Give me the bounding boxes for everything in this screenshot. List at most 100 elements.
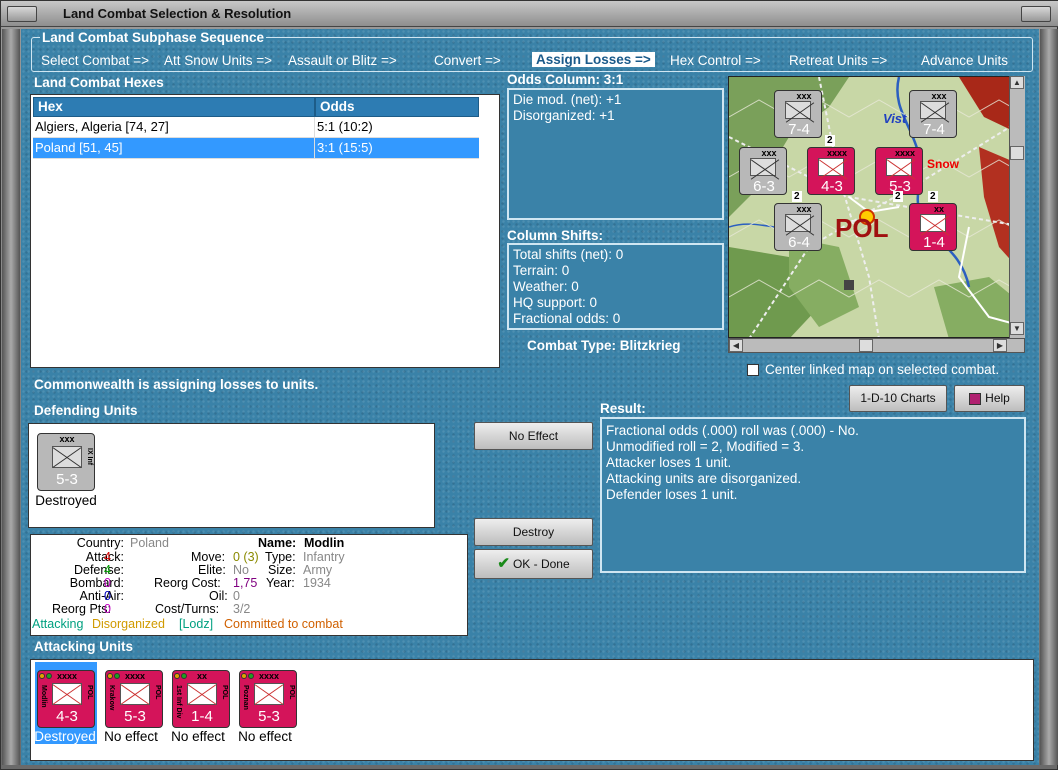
- scroll-thumb[interactable]: [859, 339, 873, 352]
- weather-line: Weather: 0: [513, 279, 579, 294]
- map-label-poland: POL: [835, 213, 889, 243]
- step-att-snow-units[interactable]: Att Snow Units =>: [164, 53, 272, 68]
- odds-column-header[interactable]: Odds: [315, 97, 479, 117]
- attacking-unit-counter[interactable]: xxxx Krakow POL 5-3: [105, 670, 163, 728]
- map-horizontal-scrollbar[interactable]: ◀ ▶: [728, 338, 1025, 353]
- hex-cell: Algiers, Algeria [74, 27]: [33, 117, 315, 138]
- terrain-line: Terrain: 0: [513, 263, 570, 278]
- country-label: Country:: [76, 536, 124, 550]
- cost-turns-value: 3/2: [233, 602, 251, 616]
- checkmark-icon: ✔: [497, 555, 510, 572]
- step-assault-or-blitz[interactable]: Assault or Blitz =>: [288, 53, 397, 68]
- stack-count-badge: 2: [825, 135, 835, 146]
- year-label: Year:: [266, 576, 295, 590]
- help-button-label: Help: [985, 391, 1010, 405]
- attacking-unit-counter[interactable]: xxxx Modlin POL 4-3: [37, 670, 95, 728]
- hq-support-line: HQ support: 0: [513, 295, 598, 310]
- right-frame-rail: [1040, 29, 1058, 765]
- ok-done-label: OK - Done: [512, 557, 570, 571]
- year-value: 1934: [303, 576, 331, 590]
- flag-committed: Committed to combat: [224, 617, 343, 631]
- map-unit-counter[interactable]: xxxx 5-3: [875, 147, 923, 195]
- defending-unit-counter[interactable]: xxx IX Inf 5-3: [37, 433, 95, 491]
- column-shifts-box: Total shifts (net): 0 Terrain: 0 Weather…: [507, 243, 724, 330]
- result-line: Attacking units are disorganized.: [606, 471, 802, 486]
- step-hex-control[interactable]: Hex Control =>: [670, 53, 761, 68]
- reorg-pts-label: Reorg Pts:: [51, 602, 111, 616]
- center-map-label: Center linked map on selected combat.: [765, 362, 1000, 377]
- subphase-title: Land Combat Subphase Sequence: [40, 30, 267, 45]
- window-menu-button[interactable]: [7, 6, 37, 22]
- map-label-vistula: Vist: [883, 111, 907, 126]
- map-unit-counter[interactable]: xx 1-4: [909, 203, 957, 251]
- land-combat-window: Land Combat Selection & Resolution Land …: [0, 0, 1058, 770]
- disorganized-line: Disorganized: +1: [513, 108, 615, 123]
- hexes-title: Land Combat Hexes: [34, 75, 164, 90]
- result-box: Fractional odds (.000) roll was (.000) -…: [600, 417, 1026, 573]
- help-button[interactable]: Help: [954, 385, 1025, 412]
- map-label-snow: Snow: [927, 157, 959, 171]
- cost-turns-label: Cost/Turns:: [155, 602, 220, 616]
- step-assign-losses[interactable]: Assign Losses =>: [532, 52, 655, 67]
- attacking-units-panel: xxxx Modlin POL 4-3 Destroyed xxxx Krako…: [30, 659, 1034, 761]
- result-line: Fractional odds (.000) roll was (.000) -…: [606, 423, 859, 438]
- defending-unit-status: Destroyed: [35, 493, 97, 508]
- table-row-selected[interactable]: Poland [51, 45] 3:1 (15:5): [31, 138, 479, 159]
- defending-title: Defending Units: [34, 403, 138, 418]
- step-convert[interactable]: Convert =>: [434, 53, 501, 68]
- step-retreat-units[interactable]: Retreat Units =>: [789, 53, 887, 68]
- scroll-thumb[interactable]: [1010, 146, 1024, 160]
- window-title: Land Combat Selection & Resolution: [63, 6, 292, 21]
- center-map-checkbox[interactable]: [747, 364, 759, 376]
- charts-button[interactable]: 1-D-10 Charts: [849, 385, 947, 412]
- attacking-unit-counter[interactable]: xxxx Poznan POL 5-3: [239, 670, 297, 728]
- stack-count-badge: 2: [928, 191, 938, 202]
- no-effect-button[interactable]: No Effect: [474, 422, 593, 450]
- result-title: Result:: [600, 401, 646, 416]
- attacking-title: Attacking Units: [34, 639, 134, 654]
- attacking-unit-status: No effect: [238, 729, 292, 744]
- result-line: Defender loses 1 unit.: [606, 487, 738, 502]
- stack-count-badge: 2: [893, 191, 903, 202]
- step-select-combat[interactable]: Select Combat =>: [41, 53, 149, 68]
- name-label: Name:: [258, 536, 297, 550]
- map-unit-counter[interactable]: xxx 7-4: [774, 90, 822, 138]
- stack-count-badge: 2: [792, 191, 802, 202]
- subphase-sequence: Land Combat Subphase Sequence Select Com…: [31, 30, 1033, 72]
- odds-cell: 3:1 (15:5): [315, 138, 479, 159]
- defending-units-panel: xxx IX Inf 5-3 Destroyed: [28, 423, 435, 528]
- map-unit-counter[interactable]: xxx 6-4: [774, 203, 822, 251]
- title-bar: Land Combat Selection & Resolution: [1, 1, 1058, 27]
- unit-details-panel: Country: Poland Attack: 4 Defense: 4 Bom…: [30, 534, 468, 636]
- status-message: Commonwealth is assigning losses to unit…: [34, 377, 319, 392]
- attacking-unit-counter[interactable]: xx 1st Inf Div POL 1-4: [172, 670, 230, 728]
- flag-lodz: [Lodz]: [179, 617, 214, 631]
- destroy-button[interactable]: Destroy: [474, 518, 593, 546]
- hex-column-header[interactable]: Hex: [33, 97, 315, 117]
- country-value: Poland: [130, 536, 169, 550]
- table-row[interactable]: Algiers, Algeria [74, 27] 5:1 (10:2): [31, 117, 479, 138]
- combat-type: Combat Type: Blitzkrieg: [527, 338, 681, 353]
- linked-map[interactable]: Vist Snow POL xxx 7-4 xxx 7-4 xxx 6-3 xx…: [728, 76, 1025, 338]
- step-advance-units[interactable]: Advance Units: [921, 53, 1008, 68]
- scroll-up-icon[interactable]: ▲: [1010, 76, 1024, 89]
- fractional-odds-line: Fractional odds: 0: [513, 311, 621, 326]
- reorg-pts-value: 0: [104, 602, 111, 616]
- close-window-button[interactable]: [1021, 6, 1051, 22]
- left-frame-rail: [2, 29, 20, 765]
- column-shifts-title: Column Shifts:: [507, 228, 603, 243]
- flag-disorganized: Disorganized: [92, 617, 165, 631]
- map-vertical-scrollbar[interactable]: ▲ ▼: [1009, 76, 1025, 338]
- odds-cell: 5:1 (10:2): [315, 117, 479, 138]
- result-line: Attacker loses 1 unit.: [606, 455, 732, 470]
- hex-cell: Poland [51, 45]: [33, 138, 315, 159]
- map-unit-counter[interactable]: xxx 6-3: [739, 147, 787, 195]
- help-book-icon: [969, 392, 982, 405]
- scroll-down-icon[interactable]: ▼: [1010, 322, 1024, 335]
- scroll-right-icon[interactable]: ▶: [993, 339, 1007, 352]
- map-unit-counter[interactable]: xxx 7-4: [909, 90, 957, 138]
- odds-column-title: Odds Column: 3:1: [507, 72, 624, 87]
- ok-done-button[interactable]: ✔ OK - Done: [474, 549, 593, 579]
- map-unit-counter[interactable]: xxxx 4-3: [807, 147, 855, 195]
- scroll-left-icon[interactable]: ◀: [729, 339, 743, 352]
